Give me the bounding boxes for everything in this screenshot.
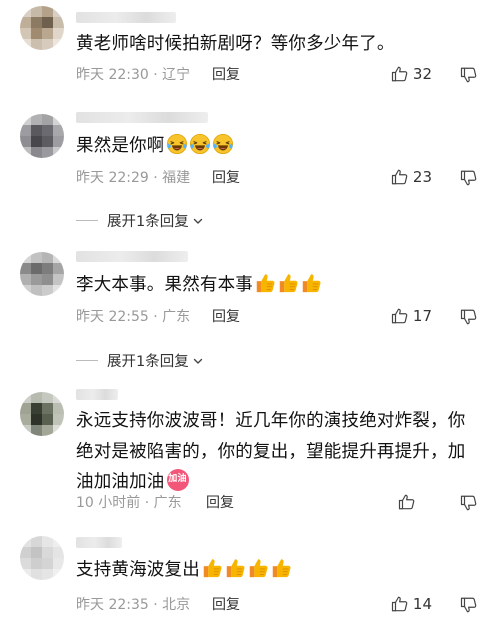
comment-item: 永远支持你波波哥！近几年你的演技绝对炸裂，你 绝对是被陷害的，你的复出，望能提升…	[0, 380, 500, 520]
comment-location: 北京	[162, 597, 191, 613]
nickname-placeholder[interactable]	[76, 251, 188, 262]
comment-location: 辽宁	[162, 67, 191, 83]
reply-button[interactable]: 回复	[212, 308, 240, 326]
comment-meta: 昨天 22:30 · 辽宁 回复	[76, 67, 240, 83]
like-count: 23	[412, 168, 432, 186]
comment-time: 昨天 22:35	[76, 597, 149, 613]
comment-time: 昨天 22:30	[76, 67, 149, 83]
expand-replies-button[interactable]: 展开1条回复	[76, 210, 204, 231]
comment-text-content: 支持黄海波复出	[76, 560, 200, 580]
comment-text-content: 黄老师啥时候拍新剧呀？等你多少年了。	[76, 34, 395, 54]
comment-text: 永远支持你波波哥！近几年你的演技绝对炸裂，你 绝对是被陷害的，你的复出，望能提升…	[76, 406, 476, 498]
comment-item: 黄老师啥时候拍新剧呀？等你多少年了。 昨天 22:30 · 辽宁 回复 32	[0, 0, 500, 100]
comment-text: 支持黄海波复出	[76, 556, 476, 585]
expand-replies-label: 展开1条回复	[107, 354, 189, 370]
comment-meta: 昨天 22:55 · 广东 回复	[76, 309, 240, 325]
comment-time: 昨天 22:29	[76, 170, 149, 186]
nickname-placeholder[interactable]	[76, 12, 176, 23]
comment-meta: 昨天 22:35 · 北京 回复	[76, 597, 240, 613]
reply-button[interactable]: 回复	[212, 596, 240, 614]
like-button[interactable]: 17	[391, 307, 432, 325]
thumbs-down-icon[interactable]	[460, 308, 478, 326]
reply-button[interactable]: 回复	[206, 494, 234, 512]
thumbs-up-emoji	[224, 557, 246, 579]
sticker-text: 加油	[168, 474, 187, 484]
comment-time: 昨天 22:55	[76, 309, 149, 325]
chevron-down-icon	[192, 355, 204, 367]
comment-location: 福建	[162, 170, 191, 186]
avatar[interactable]	[20, 392, 64, 436]
like-button[interactable]: 32	[391, 65, 432, 83]
thumbs-up-icon	[391, 307, 409, 325]
nickname-placeholder[interactable]	[76, 112, 208, 123]
comment-text-line: 油加油加油	[76, 472, 165, 492]
laughing-crying-emoji	[166, 133, 188, 155]
nickname-placeholder[interactable]	[76, 389, 118, 400]
like-count: 14	[412, 595, 432, 613]
comment-location: 广东	[153, 495, 182, 511]
thumbs-up-icon	[398, 493, 416, 511]
thumbs-up-emoji	[201, 557, 223, 579]
comment-text-line: 绝对是被陷害的，你的复出，望能提升再提升，加	[76, 441, 466, 462]
thumbs-down-icon[interactable]	[460, 169, 478, 187]
like-count: 17	[412, 307, 432, 325]
comment-text-content: 李大本事。果然有本事	[76, 275, 253, 295]
comment-item: 果然是你啊 昨天 22:29 · 福建 回复 23 展开1条回复	[0, 100, 500, 230]
jiayou-sticker-emoji: 加油	[166, 469, 189, 491]
laughing-crying-emoji	[189, 133, 211, 155]
comment-text: 李大本事。果然有本事	[76, 271, 476, 300]
comment-item: 李大本事。果然有本事 昨天 22:55 · 广东 回复 17 展开1条回复	[0, 240, 500, 370]
avatar[interactable]	[20, 536, 64, 580]
divider	[76, 220, 98, 221]
like-button[interactable]: 23	[391, 168, 432, 186]
comment-location: 广东	[162, 309, 191, 325]
laughing-crying-emoji	[212, 133, 234, 155]
chevron-down-icon	[192, 215, 204, 227]
avatar[interactable]	[20, 252, 64, 296]
thumbs-up-emoji	[247, 557, 269, 579]
comment-item: 支持黄海波复出 昨天 22:35 · 北京 回复 14	[0, 530, 500, 620]
comment-meta: 10 小时前 · 广东 回复	[76, 495, 234, 511]
like-button[interactable]	[398, 493, 420, 511]
comment-meta: 昨天 22:29 · 福建 回复	[76, 170, 240, 186]
comment-text-line: 永远支持你波波哥！近几年你的演技绝对炸裂，你	[76, 411, 466, 431]
comment-time: 10 小时前	[76, 495, 141, 511]
expand-replies-button[interactable]: 展开1条回复	[76, 350, 204, 371]
comment-text: 果然是你啊	[76, 132, 476, 161]
thumbs-down-icon[interactable]	[460, 66, 478, 84]
comment-text: 黄老师啥时候拍新剧呀？等你多少年了。	[76, 30, 476, 59]
like-count: 32	[412, 65, 432, 83]
thumbs-up-icon	[391, 168, 409, 186]
avatar[interactable]	[20, 114, 64, 158]
thumbs-down-icon[interactable]	[460, 494, 478, 512]
thumbs-up-icon	[391, 595, 409, 613]
avatar[interactable]	[20, 6, 64, 50]
thumbs-up-emoji	[277, 272, 299, 294]
reply-button[interactable]: 回复	[212, 169, 240, 187]
divider	[76, 360, 98, 361]
thumbs-down-icon[interactable]	[460, 596, 478, 614]
reply-button[interactable]: 回复	[212, 66, 240, 84]
nickname-placeholder[interactable]	[76, 537, 122, 548]
like-button[interactable]: 14	[391, 595, 432, 613]
comment-text-content: 果然是你啊	[76, 136, 165, 156]
thumbs-up-emoji	[300, 272, 322, 294]
expand-replies-label: 展开1条回复	[107, 214, 189, 230]
thumbs-up-emoji	[254, 272, 276, 294]
thumbs-up-icon	[391, 65, 409, 83]
thumbs-up-emoji	[270, 557, 292, 579]
